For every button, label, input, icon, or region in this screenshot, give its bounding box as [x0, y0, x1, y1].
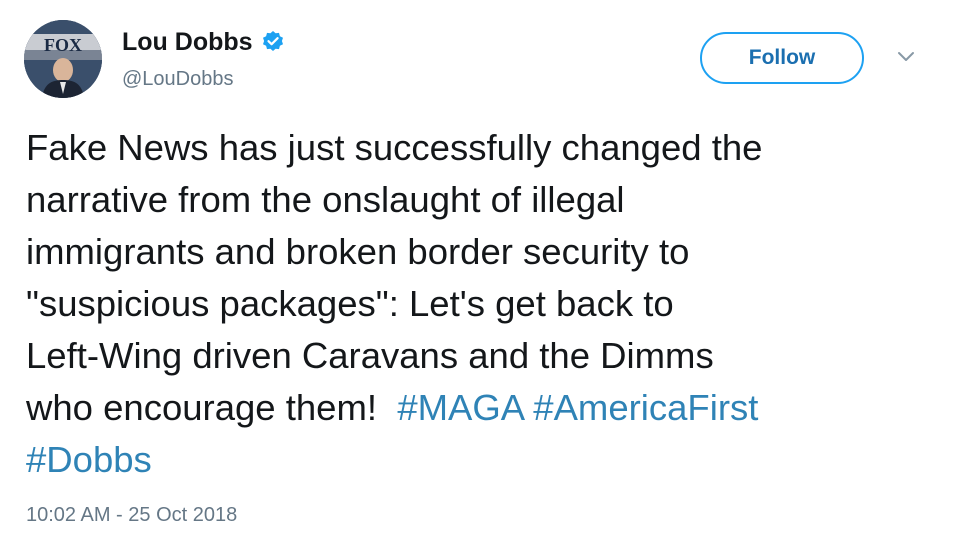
avatar-image: FOX — [24, 20, 102, 98]
hashtag-link[interactable]: #AmericaFirst — [533, 387, 758, 428]
hashtag-link[interactable]: #Dobbs — [26, 439, 152, 480]
avatar[interactable]: FOX — [24, 20, 102, 98]
author-name-row: Lou Dobbs — [122, 26, 285, 58]
tweet-timestamp[interactable]: 10:02 AM - 25 Oct 2018 — [26, 502, 237, 528]
tweet-text-line: #Dobbs — [26, 434, 966, 486]
display-name[interactable]: Lou Dobbs — [122, 26, 253, 58]
tweet-text-line: "suspicious packages": Let's get back to — [26, 283, 674, 324]
tweet-text-line-with-hashtags: who encourage them! #MAGA #AmericaFirst — [26, 382, 966, 434]
avatar-logo-text: FOX — [44, 35, 82, 55]
hashtag-link[interactable]: #MAGA — [397, 387, 523, 428]
user-handle[interactable]: @LouDobbs — [122, 66, 233, 92]
tweet-text-line: Left-Wing driven Caravans and the Dimms — [26, 335, 714, 376]
follow-button[interactable]: Follow — [700, 32, 864, 84]
tweet-text-line: immigrants and broken border security to — [26, 231, 690, 272]
tweet-text-line: narrative from the onslaught of illegal — [26, 179, 625, 220]
verified-badge-icon — [261, 30, 285, 54]
tweet-text-fragment: who encourage them! — [26, 387, 378, 428]
chevron-down-icon[interactable] — [896, 50, 916, 64]
tweet-text: Fake News has just successfully changed … — [26, 122, 966, 486]
tweet-card: FOX Lou Dobbs @LouDobbs Follow Fake News… — [0, 0, 980, 534]
tweet-text-line: Fake News has just successfully changed … — [26, 127, 763, 168]
